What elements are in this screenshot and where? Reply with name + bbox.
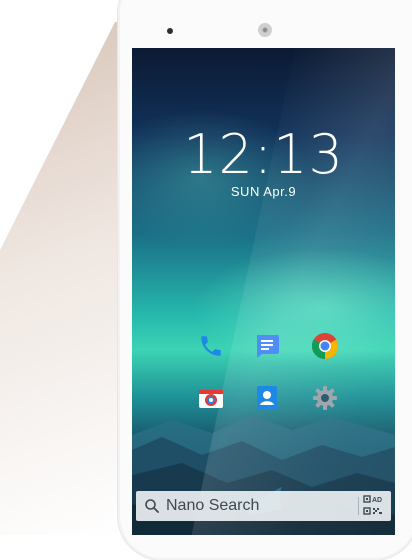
qr-label: AD <box>372 497 382 504</box>
lockscreen-clock: 12:13 <box>183 123 344 186</box>
contacts-app-icon[interactable] <box>252 383 282 413</box>
phone-screen: 12:13 SUN Apr.9 Nano Search AD <box>132 48 395 535</box>
search-icon <box>140 491 164 521</box>
front-camera <box>167 28 173 34</box>
qr-scan-icon[interactable]: AD <box>363 495 383 517</box>
messages-app-icon[interactable] <box>252 331 282 361</box>
chrome-icon <box>311 333 339 360</box>
nano-search-bar[interactable]: Nano Search AD <box>136 491 391 521</box>
search-placeholder: Nano Search <box>166 497 260 514</box>
settings-app-icon[interactable] <box>310 383 340 413</box>
camera-app-icon[interactable] <box>196 383 226 413</box>
search-divider <box>358 497 359 515</box>
earpiece-speaker <box>258 23 272 37</box>
phone-icon <box>201 336 221 356</box>
camera-icon <box>199 390 223 408</box>
contacts-icon <box>257 386 277 410</box>
messages-icon <box>257 335 279 358</box>
chrome-app-icon[interactable] <box>310 331 340 361</box>
lockscreen-date: SUN Apr.9 <box>230 184 297 199</box>
settings-icon <box>313 386 337 410</box>
phone-app-icon[interactable] <box>196 331 226 361</box>
